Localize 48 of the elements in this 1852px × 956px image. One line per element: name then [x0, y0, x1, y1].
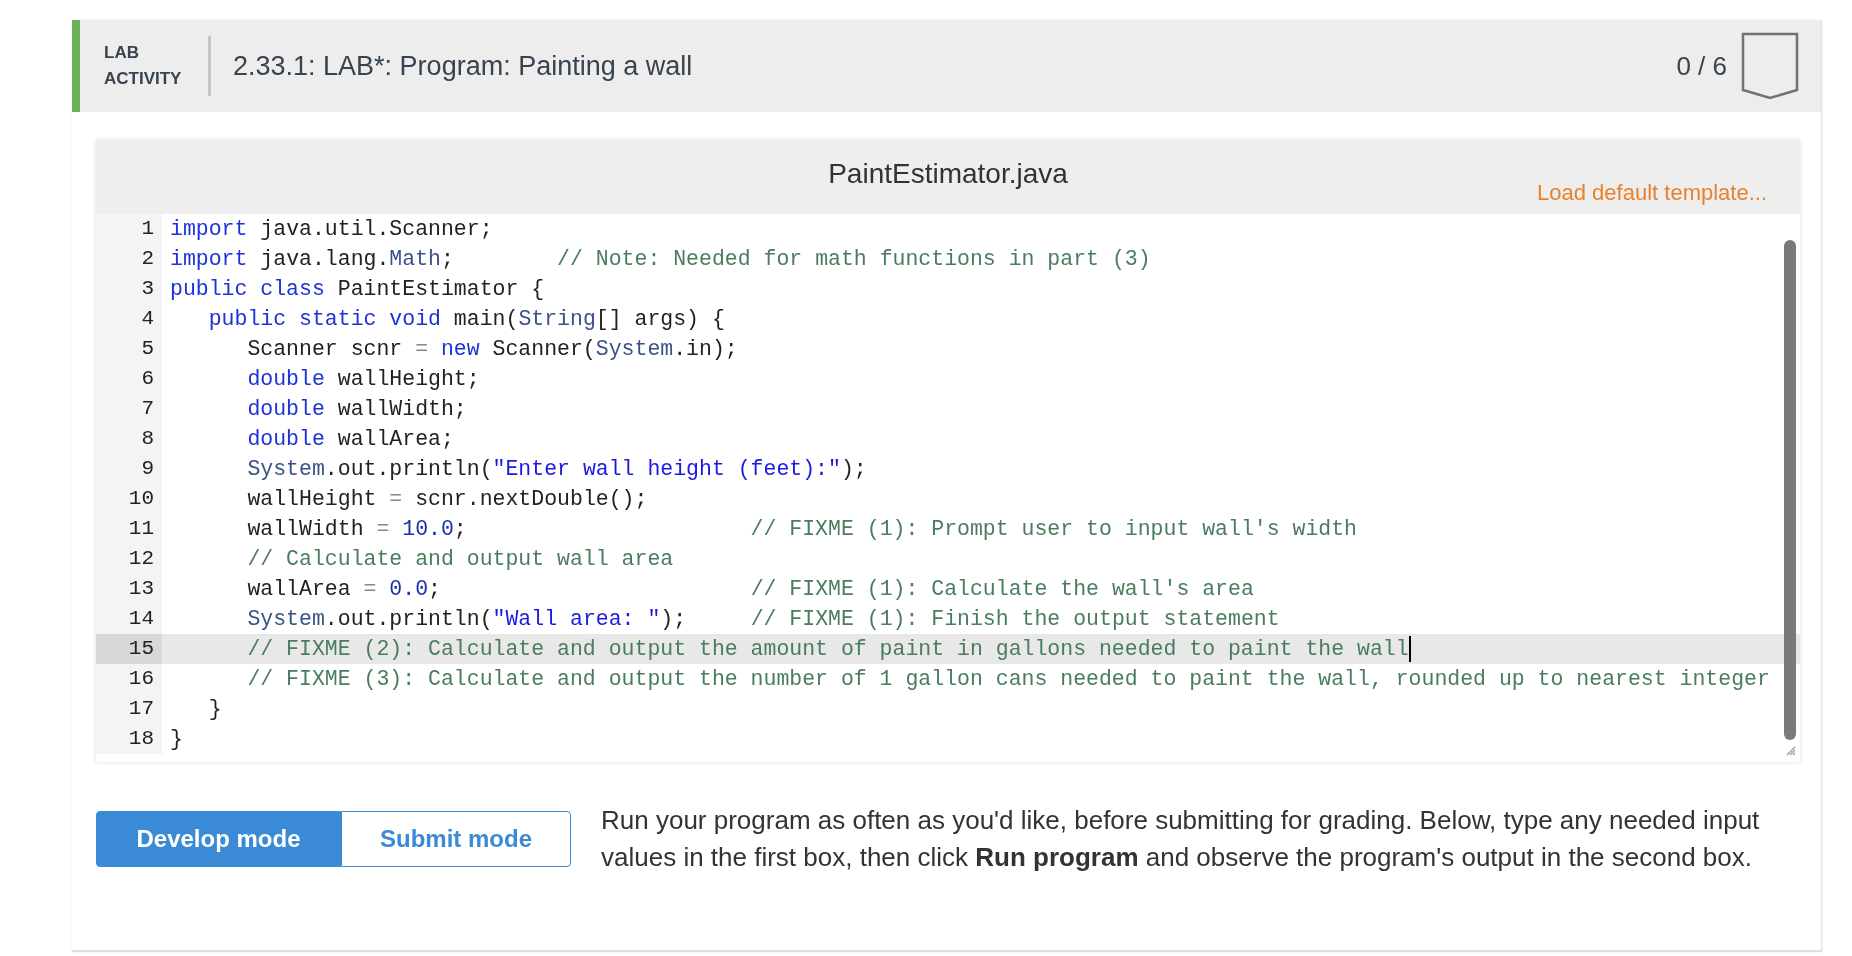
code-line: Scanner scnr = new Scanner(System.in);	[246, 336, 738, 363]
code-line: wallHeight = scnr.nextDouble();	[246, 486, 648, 513]
line-number: 10	[96, 484, 162, 514]
line-number: 13	[96, 574, 162, 604]
activity-label: LAB ACTIVITY	[104, 42, 183, 90]
line-number: 9	[96, 454, 162, 484]
code-line: double wallArea;	[246, 426, 454, 453]
shield-icon	[1741, 32, 1799, 100]
line-number: 16	[96, 664, 162, 694]
line-number: 11	[96, 514, 162, 544]
line-number: 6	[96, 364, 162, 394]
mode-tab[interactable]: Submit mode	[341, 811, 571, 867]
load-template-link[interactable]: Load default template...	[1537, 180, 1767, 206]
line-number: 7	[96, 394, 162, 424]
code-line: wallWidth = 10.0; // FIXME (1): Prompt user to input wall's width	[246, 516, 1357, 543]
scrollbar[interactable]	[1784, 240, 1796, 740]
line-number: 17	[96, 694, 162, 724]
code-line: System.out.println("Enter wall height (feet):");	[246, 456, 867, 483]
code-line: // FIXME (3): Calculate and output the number of 1 gallon cans needed to paint the wall, rounded up to nearest integer	[246, 666, 1770, 693]
code-line: public static void main(String[] args) {	[207, 306, 725, 333]
line-number: 3	[96, 274, 162, 304]
code-line: }	[207, 696, 222, 723]
code-line: public class PaintEstimator {	[170, 276, 545, 303]
mode-tab[interactable]: Develop mode	[96, 811, 341, 867]
line-number: 18	[96, 724, 162, 754]
line-number: 8	[96, 424, 162, 454]
code-line: wallArea = 0.0; // FIXME (1): Calculate the wall's area	[246, 576, 1254, 603]
line-number: 12	[96, 544, 162, 574]
resize-grip-icon[interactable]	[1784, 744, 1796, 756]
file-name: PaintEstimator.java	[828, 158, 1068, 190]
code-line: // Calculate and output wall area	[246, 546, 674, 573]
line-number: 5	[96, 334, 162, 364]
code-line: double wallHeight;	[246, 366, 480, 393]
code-line: import java.lang.Math; // Note: Needed for math functions in part (3)	[170, 246, 1151, 273]
instructions: Run your program as often as you'd like, before submitting for grading. Below, type any needed input values in the first box, then click Run program and observe the program's output in the second box.	[601, 804, 1761, 874]
code-line: System.out.println("Wall area: "); // FIXME (1): Finish the output statement	[246, 606, 1280, 633]
line-number: 14	[96, 604, 162, 634]
score: 0 / 6	[1676, 50, 1727, 82]
line-number: 4	[96, 304, 162, 334]
text-cursor	[1408, 636, 1411, 662]
activity-title: 2.33.1: LAB*: Program: Painting a wall	[233, 50, 694, 82]
line-number: 2	[96, 244, 162, 274]
code-line: // FIXME (2): Calculate and output the amount of paint in gallons needed to paint the wall	[246, 636, 1409, 663]
code-line: double wallWidth;	[246, 396, 467, 423]
code-line: import java.util.Scanner;	[170, 216, 493, 243]
line-number: 15	[96, 634, 162, 664]
line-number: 1	[96, 214, 162, 244]
code-line: }	[170, 726, 183, 753]
